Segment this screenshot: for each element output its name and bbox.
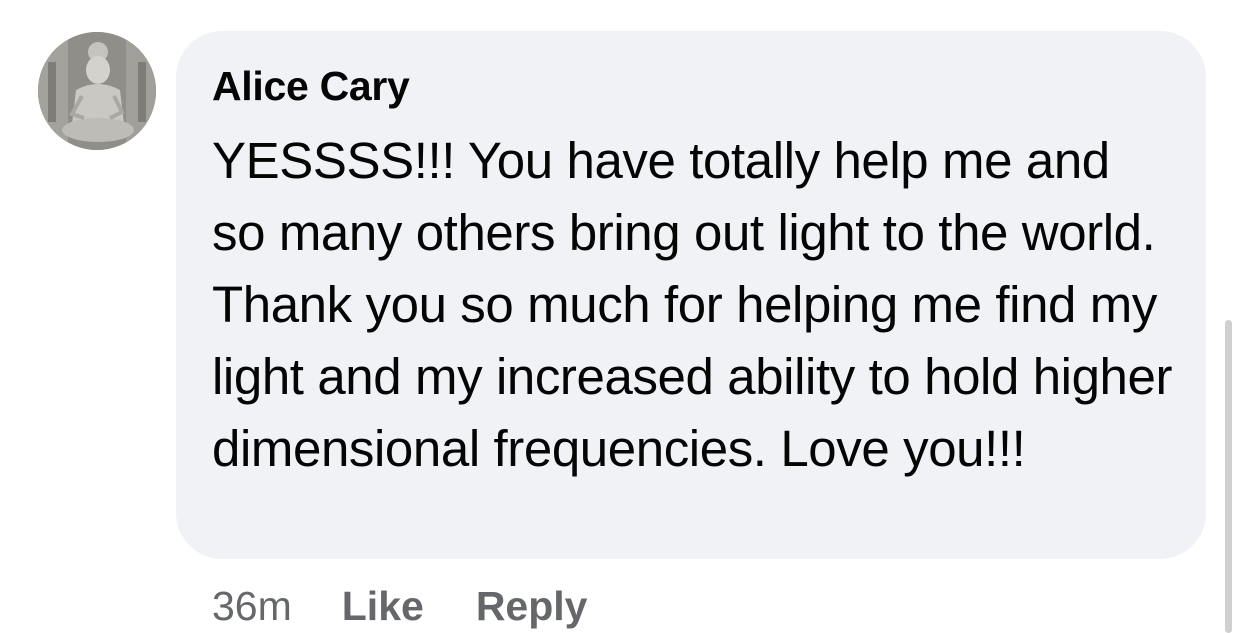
comment-text: YESSSS!!! You have totally help me and s… <box>212 132 1173 477</box>
comment-thread: Alice Cary YESSSS!!! You have totally he… <box>0 0 1242 633</box>
scrollbar[interactable] <box>1225 320 1232 633</box>
comment-bubble: Alice Cary YESSSS!!! You have totally he… <box>176 31 1206 559</box>
comment-author[interactable]: Alice Cary <box>212 61 1176 111</box>
buddha-statue-icon <box>38 32 156 150</box>
reply-button[interactable]: Reply <box>476 583 588 630</box>
avatar[interactable] <box>38 32 156 150</box>
comment-timestamp[interactable]: 36m <box>212 583 292 630</box>
like-button[interactable]: Like <box>342 583 424 630</box>
comment-actions: 36m Like Reply <box>212 580 639 632</box>
